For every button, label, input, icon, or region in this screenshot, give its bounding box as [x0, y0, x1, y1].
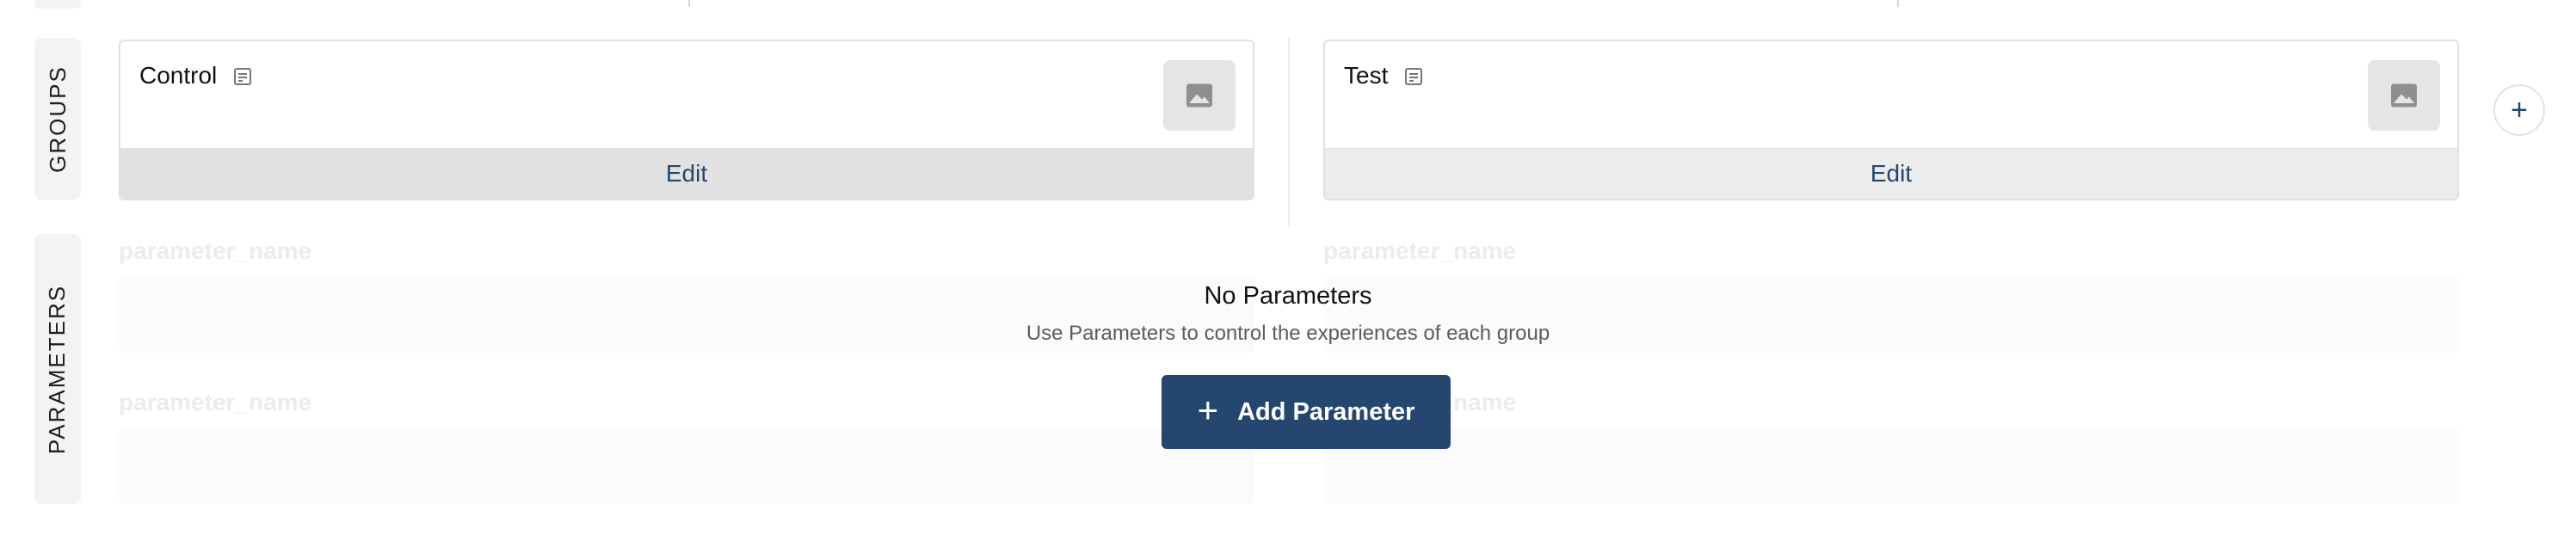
group-card-header: Control [120, 41, 1253, 148]
groups-section-tab: GROUPS [34, 38, 81, 200]
divider-tick [688, 0, 690, 7]
plus-icon: + [1197, 390, 1219, 430]
group-title: Test [1344, 62, 1424, 89]
group-title: Control [139, 62, 253, 89]
image-placeholder-icon[interactable] [1163, 60, 1236, 131]
add-group-button[interactable]: + [2493, 84, 2545, 136]
parameter-name-placeholder: parameter_name [119, 237, 312, 264]
parameter-name-placeholder: parameter_name [119, 389, 312, 415]
group-card-header: Test [1325, 41, 2457, 148]
groups-section-label: GROUPS [44, 65, 71, 173]
divider-tick [1897, 0, 1899, 7]
edit-group-button[interactable]: Edit [120, 148, 1253, 199]
note-icon[interactable] [232, 65, 253, 86]
column-divider [1288, 38, 1290, 227]
parameter-value-placeholder [119, 428, 1254, 504]
empty-state-subtitle: Use Parameters to control the experience… [1026, 322, 1550, 345]
note-icon[interactable] [1403, 65, 1424, 86]
image-placeholder-icon[interactable] [2368, 60, 2440, 131]
scroll-tab-fragment [34, 0, 81, 9]
group-card-test: Test Edit [1323, 40, 2459, 200]
plus-icon: + [2511, 94, 2528, 126]
parameter-name-placeholder: parameter_name [1323, 237, 1517, 264]
parameters-section-tab: PARAMETERS [34, 234, 81, 504]
edit-group-button[interactable]: Edit [1325, 148, 2457, 199]
group-card-control: Control Edit [119, 40, 1254, 200]
add-parameter-button[interactable]: + Add Parameter [1162, 375, 1451, 449]
group-name: Test [1344, 62, 1389, 89]
empty-state-title: No Parameters [1204, 282, 1372, 310]
group-name: Control [139, 62, 218, 89]
parameter-value-placeholder [1323, 428, 2459, 504]
add-parameter-label: Add Parameter [1237, 397, 1415, 426]
